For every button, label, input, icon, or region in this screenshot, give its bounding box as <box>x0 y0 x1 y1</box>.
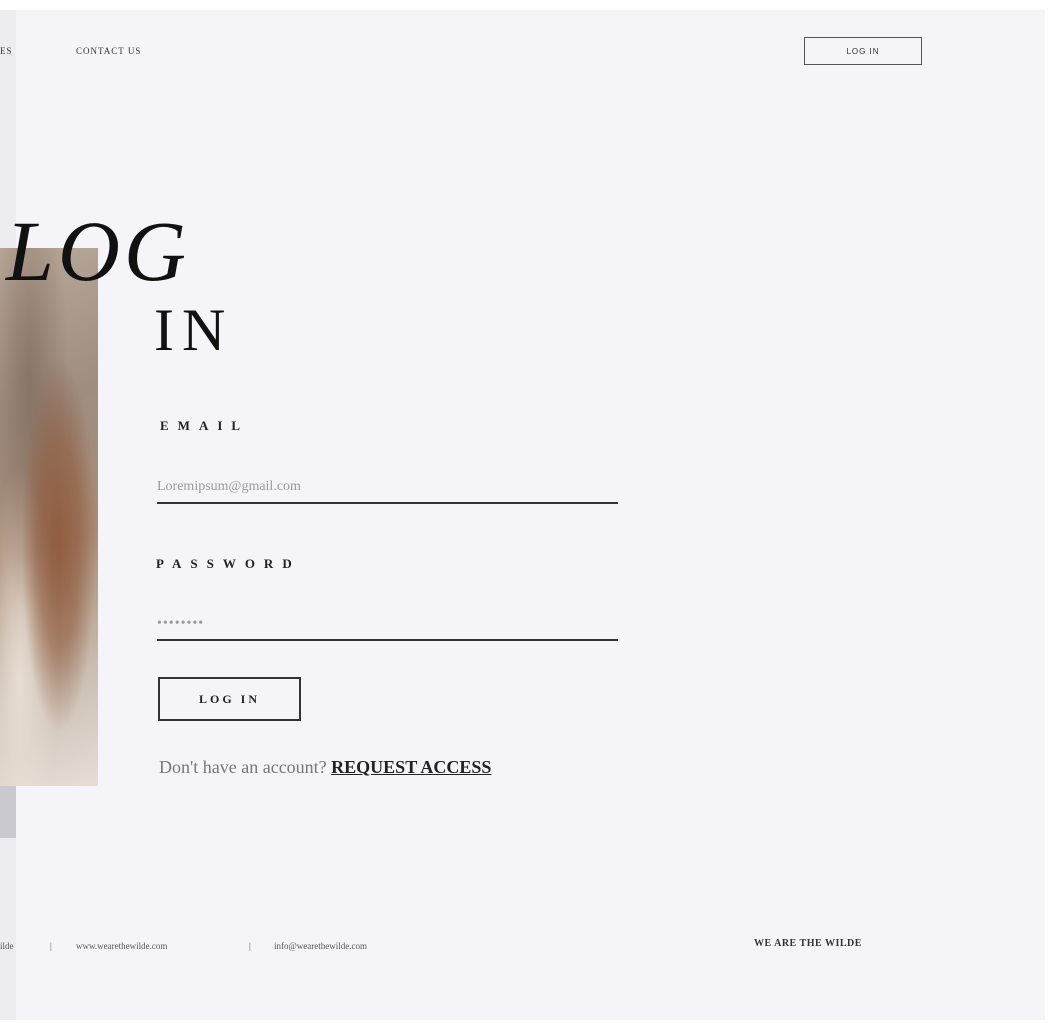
password-label: PASSWORD <box>156 556 301 571</box>
page-title-in: IN <box>154 297 234 363</box>
page-background <box>0 10 1045 1020</box>
footer-separator: | <box>249 941 251 951</box>
footer-brand: WE ARE THE WILDE <box>754 938 862 949</box>
request-access-link[interactable]: REQUEST ACCESS <box>331 757 491 777</box>
footer-separator: | <box>50 941 52 951</box>
footer-website-link[interactable]: www.wearethewilde.com <box>76 941 167 951</box>
nav-link-partial[interactable]: ES <box>0 46 13 56</box>
hero-photo <box>0 248 98 786</box>
password-field[interactable] <box>157 609 618 641</box>
email-field[interactable] <box>157 472 618 504</box>
login-submit-button[interactable]: LOG IN <box>158 677 301 721</box>
footer-email-link[interactable]: info@wearethewilde.com <box>274 941 367 951</box>
photo-strip <box>0 786 16 838</box>
page-title-log: LOG <box>6 203 191 299</box>
request-access-line: Don't have an account? REQUEST ACCESS <box>159 757 491 778</box>
footer-brand-partial: ilde <box>0 941 14 951</box>
header-login-button[interactable]: LOG IN <box>804 37 922 65</box>
nav-link-contact[interactable]: CONTACT US <box>76 46 141 56</box>
request-prompt: Don't have an account? <box>159 757 332 777</box>
email-label: EMAIL <box>160 418 250 433</box>
